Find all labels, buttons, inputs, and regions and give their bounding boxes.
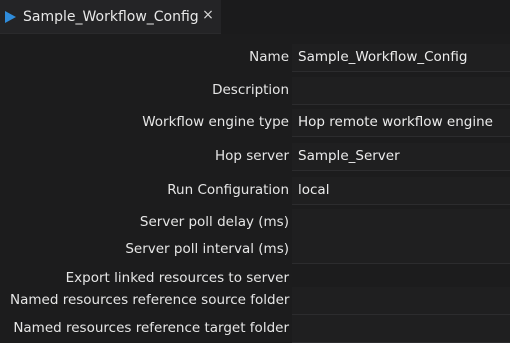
name-value: Sample_Workflow_Config xyxy=(298,49,468,65)
target-folder-row: Named resources reference target folder xyxy=(0,315,510,343)
hop-server-row: Hop server Sample_Server xyxy=(0,143,510,171)
engine-type-row: Workflow engine type Hop remote workflow… xyxy=(0,109,510,137)
source-folder-row: Named resources reference source folder xyxy=(0,287,510,315)
name-label: Name xyxy=(249,49,289,65)
export-linked-label: Export linked resources to server xyxy=(65,270,289,286)
poll-interval-row: Server poll interval (ms) xyxy=(0,236,510,264)
description-row: Description xyxy=(0,77,510,105)
name-field[interactable]: Sample_Workflow_Config xyxy=(292,44,510,72)
run-configuration-label: Run Configuration xyxy=(167,182,289,198)
poll-delay-field[interactable] xyxy=(292,209,510,237)
engine-type-label: Workflow engine type xyxy=(142,114,289,130)
workflow-run-config-form: Name Sample_Workflow_Config Description … xyxy=(0,34,510,343)
name-row: Name Sample_Workflow_Config xyxy=(0,44,510,72)
run-configuration-select[interactable]: local xyxy=(292,177,510,205)
engine-type-value: Hop remote workflow engine xyxy=(298,114,493,130)
description-field[interactable] xyxy=(292,77,510,105)
tab-title: Sample_Workflow_Config xyxy=(23,9,199,25)
description-label: Description xyxy=(212,82,289,98)
poll-interval-label: Server poll interval (ms) xyxy=(125,241,289,257)
poll-interval-field[interactable] xyxy=(292,236,510,264)
hop-server-value: Sample_Server xyxy=(298,148,400,164)
tab-bar: Sample_Workflow_Config × xyxy=(0,0,510,34)
tab-sample-workflow-config[interactable]: Sample_Workflow_Config × xyxy=(0,0,221,34)
hop-server-select[interactable]: Sample_Server xyxy=(292,143,510,171)
source-folder-label: Named resources reference source folder xyxy=(10,292,290,308)
close-icon[interactable]: × xyxy=(201,8,215,22)
target-folder-field[interactable] xyxy=(292,315,510,343)
source-folder-field[interactable] xyxy=(292,287,510,315)
play-icon xyxy=(5,11,16,23)
target-folder-label: Named resources reference target folder xyxy=(13,320,289,336)
run-configuration-value: local xyxy=(298,182,330,198)
engine-type-select[interactable]: Hop remote workflow engine xyxy=(292,109,510,137)
poll-delay-row: Server poll delay (ms) xyxy=(0,209,510,237)
hop-server-label: Hop server xyxy=(214,148,289,164)
run-configuration-row: Run Configuration local xyxy=(0,177,510,205)
poll-delay-label: Server poll delay (ms) xyxy=(139,214,289,230)
